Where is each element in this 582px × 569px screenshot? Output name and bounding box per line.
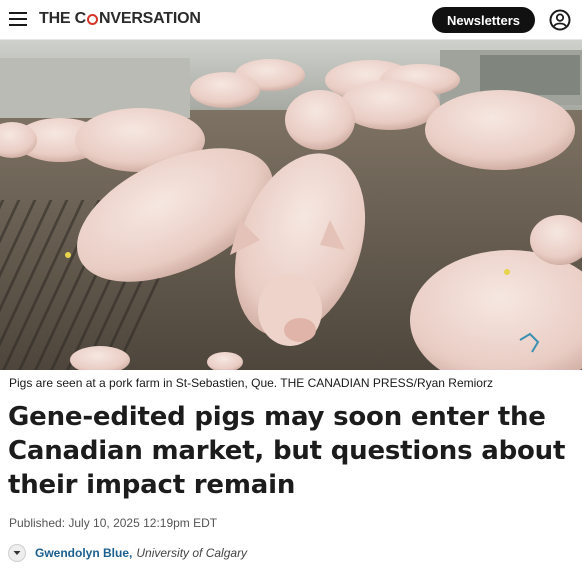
author-name-link[interactable]: Gwendolyn Blue [35,546,129,560]
hero-image [0,40,582,370]
logo-text-start: THE C [39,10,87,27]
hero-photo-pigs [0,40,582,370]
author-affiliation: University of Calgary [136,546,248,560]
user-account-icon[interactable] [549,9,571,31]
published-date: Published: July 10, 2025 12:19pm EDT [9,516,218,530]
site-logo[interactable]: THE C NVERSATION [39,10,201,28]
newsletters-button[interactable]: Newsletters [432,7,535,33]
hamburger-menu-icon[interactable] [9,12,27,26]
article-headline: Gene-edited pigs may soon enter the Cana… [8,402,566,500]
author-byline: Gwendolyn Blue, University of Calgary [8,543,247,563]
author-expand-button[interactable] [8,544,26,562]
site-header: THE C NVERSATION Newsletters [0,0,582,40]
image-caption: Pigs are seen at a pork farm in St-Sebas… [9,376,493,390]
logo-o-mark-icon [87,13,99,25]
chevron-down-icon [13,551,21,555]
logo-text-end: NVERSATION [99,10,201,27]
author-separator: , [129,546,133,560]
